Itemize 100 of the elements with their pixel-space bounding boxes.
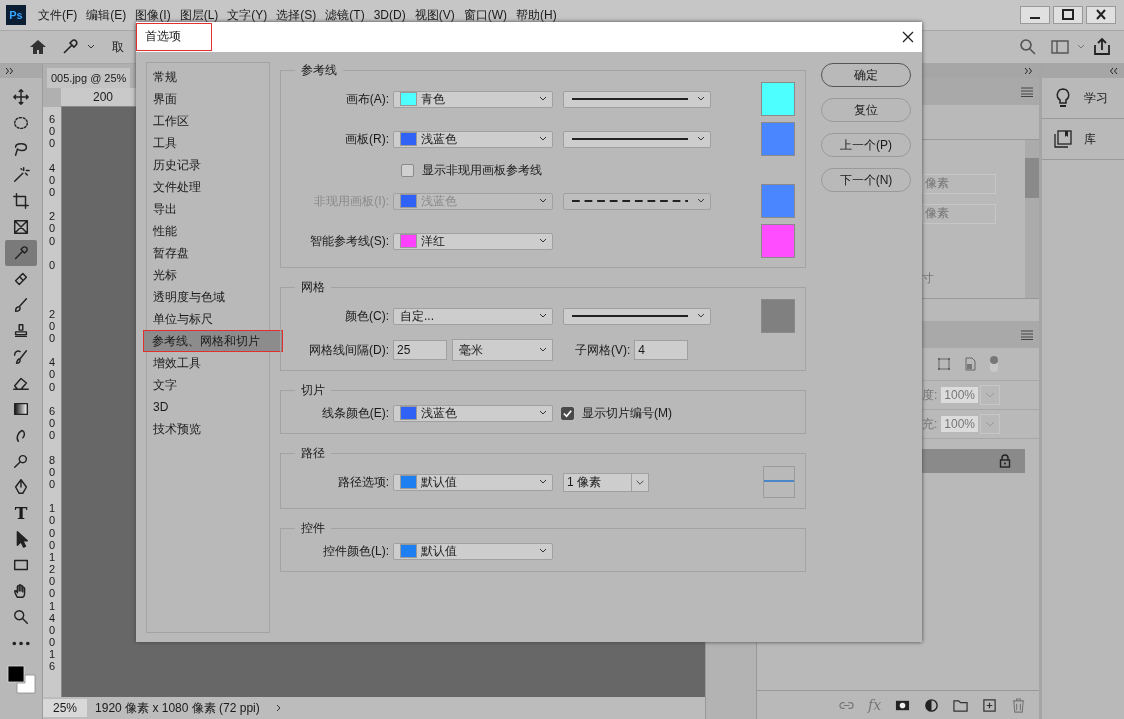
category-item[interactable]: 界面	[147, 88, 269, 110]
eyedropper-icon	[12, 244, 30, 262]
close-icon[interactable]	[902, 31, 914, 43]
share-icon[interactable]	[1092, 37, 1112, 57]
zoom-icon	[12, 608, 30, 626]
menu-icon[interactable]	[1021, 86, 1033, 97]
color-preview-swatch[interactable]	[761, 82, 795, 116]
color-dropdown[interactable]: 自定...	[393, 307, 553, 325]
field-label: 子网格(V):	[575, 341, 631, 359]
field-label: 画板(R):	[344, 130, 390, 148]
search-icon[interactable]	[1018, 37, 1038, 57]
menu-item[interactable]: 3D(D)	[373, 8, 406, 22]
zoom-field[interactable]: 25%	[43, 699, 88, 717]
tool-button[interactable]	[5, 240, 37, 266]
category-item[interactable]: 光标	[147, 264, 269, 286]
category-item[interactable]: 性能	[147, 220, 269, 242]
category-item[interactable]: 工作区	[147, 110, 269, 132]
field-label: 网格线间隔(D):	[308, 341, 390, 359]
category-item[interactable]: 导出	[147, 198, 269, 220]
library-icon[interactable]	[1054, 129, 1072, 149]
color-dropdown[interactable]: 青色	[393, 90, 553, 108]
checkmark-icon	[562, 407, 573, 419]
background-color-swatch[interactable]	[16, 674, 36, 694]
lock-icon	[999, 454, 1011, 468]
menu-item[interactable]: 视图(V)	[414, 6, 455, 24]
workspace-icon[interactable]	[1050, 37, 1070, 57]
app-logo: Ps	[6, 5, 26, 25]
toggle-icon[interactable]	[989, 355, 999, 373]
field-label: 颜色(C):	[344, 307, 390, 325]
group-title: 切片	[300, 382, 326, 399]
magic-wand-icon	[12, 166, 30, 184]
category-item[interactable]: 增效工具	[147, 352, 269, 374]
menu-item[interactable]: 文字(Y)	[227, 6, 268, 24]
color-dropdown[interactable]: 洋红	[393, 232, 553, 250]
category-item[interactable]: 参考线、网格和切片	[143, 330, 283, 352]
dialog-button[interactable]: 确定	[821, 63, 911, 87]
color-preview-swatch[interactable]	[761, 299, 795, 333]
line-style-dropdown[interactable]	[563, 130, 711, 148]
category-item[interactable]: 透明度与色域	[147, 286, 269, 308]
menu-item[interactable]: 窗口(W)	[463, 6, 507, 24]
field-label: 控件颜色(L):	[322, 542, 390, 560]
category-item[interactable]: 暂存盘	[147, 242, 269, 264]
maximize-icon[interactable]	[1053, 6, 1083, 24]
menu-icon[interactable]	[1021, 329, 1033, 340]
expand-icon[interactable]	[1025, 68, 1033, 74]
color-preview-swatch[interactable]	[761, 122, 795, 156]
menu-item[interactable]: 选择(S)	[276, 6, 317, 24]
color-dropdown[interactable]: 默认值	[393, 542, 553, 560]
new-layer-icon[interactable]	[982, 697, 998, 713]
menu-item[interactable]: 帮助(H)	[516, 6, 557, 24]
library-label[interactable]: 库	[1084, 130, 1096, 148]
category-item[interactable]: 工具	[147, 132, 269, 154]
dialog-title: 首选项	[136, 23, 212, 51]
dialog-button[interactable]: 下一个(N)	[821, 168, 911, 192]
subdivision-input[interactable]: 4	[634, 340, 689, 360]
field-label: 画布(A):	[344, 90, 390, 108]
color-dropdown[interactable]: 默认值	[393, 473, 553, 491]
scrollbar[interactable]	[1025, 140, 1039, 298]
minimize-icon[interactable]	[1020, 6, 1050, 24]
color-preview-swatch[interactable]	[761, 224, 795, 258]
menu-item[interactable]: 编辑(E)	[86, 6, 127, 24]
category-item[interactable]: 历史记录	[147, 154, 269, 176]
document-tab[interactable]: 005.jpg @ 25%	[47, 68, 131, 88]
history-brush-icon	[12, 348, 30, 366]
menu-item[interactable]: 滤镜(T)	[325, 6, 365, 24]
type-tool[interactable]: T	[5, 500, 37, 526]
spacing-input[interactable]: 25	[393, 340, 447, 360]
menu-item[interactable]: 图像(I)	[135, 6, 171, 24]
collapse-icon[interactable]	[1110, 68, 1118, 74]
checkbox[interactable]: 显示非现用画板参考线	[401, 161, 542, 179]
line-style-dropdown[interactable]	[563, 307, 711, 325]
category-item[interactable]: 单位与标尺	[147, 308, 269, 330]
home-icon[interactable]	[28, 37, 48, 57]
adjustment-icon[interactable]	[924, 697, 940, 713]
menu-item[interactable]: 图层(L)	[179, 6, 219, 24]
category-item[interactable]: 文件处理	[147, 176, 269, 198]
category-item[interactable]: 技术预览	[147, 418, 269, 440]
expand-icon[interactable]	[6, 68, 14, 74]
close-icon[interactable]	[1086, 6, 1116, 24]
dialog-button[interactable]: 上一个(P)	[821, 133, 911, 157]
color-dropdown[interactable]: 浅蓝色	[393, 404, 553, 422]
category-item[interactable]: 文字	[147, 374, 269, 396]
frame-corners-icon[interactable]	[937, 357, 951, 371]
category-item[interactable]: 3D	[147, 396, 269, 418]
folder-icon[interactable]	[953, 697, 969, 713]
category-item[interactable]: 常规	[147, 66, 269, 88]
line-style-dropdown[interactable]	[563, 192, 711, 210]
unit-dropdown[interactable]: 毫米	[452, 339, 553, 361]
line-style-dropdown[interactable]	[563, 90, 711, 108]
group-title: 路径	[300, 445, 326, 462]
document-info: 1920 像素 x 1080 像素 (72 ppi)	[95, 699, 260, 717]
crop-icon	[12, 192, 30, 210]
color-dropdown[interactable]: 浅蓝色	[393, 130, 553, 148]
menu-item[interactable]: 文件(F)	[38, 6, 78, 24]
size-dropdown[interactable]: 1 像素	[563, 472, 649, 492]
learn-label[interactable]: 学习	[1084, 89, 1108, 107]
lightbulb-icon[interactable]	[1054, 88, 1072, 108]
checkbox[interactable]: 显示切片编号(M)	[561, 404, 672, 422]
dialog-button[interactable]: 复位	[821, 98, 911, 122]
foreground-color-swatch[interactable]	[7, 665, 25, 683]
